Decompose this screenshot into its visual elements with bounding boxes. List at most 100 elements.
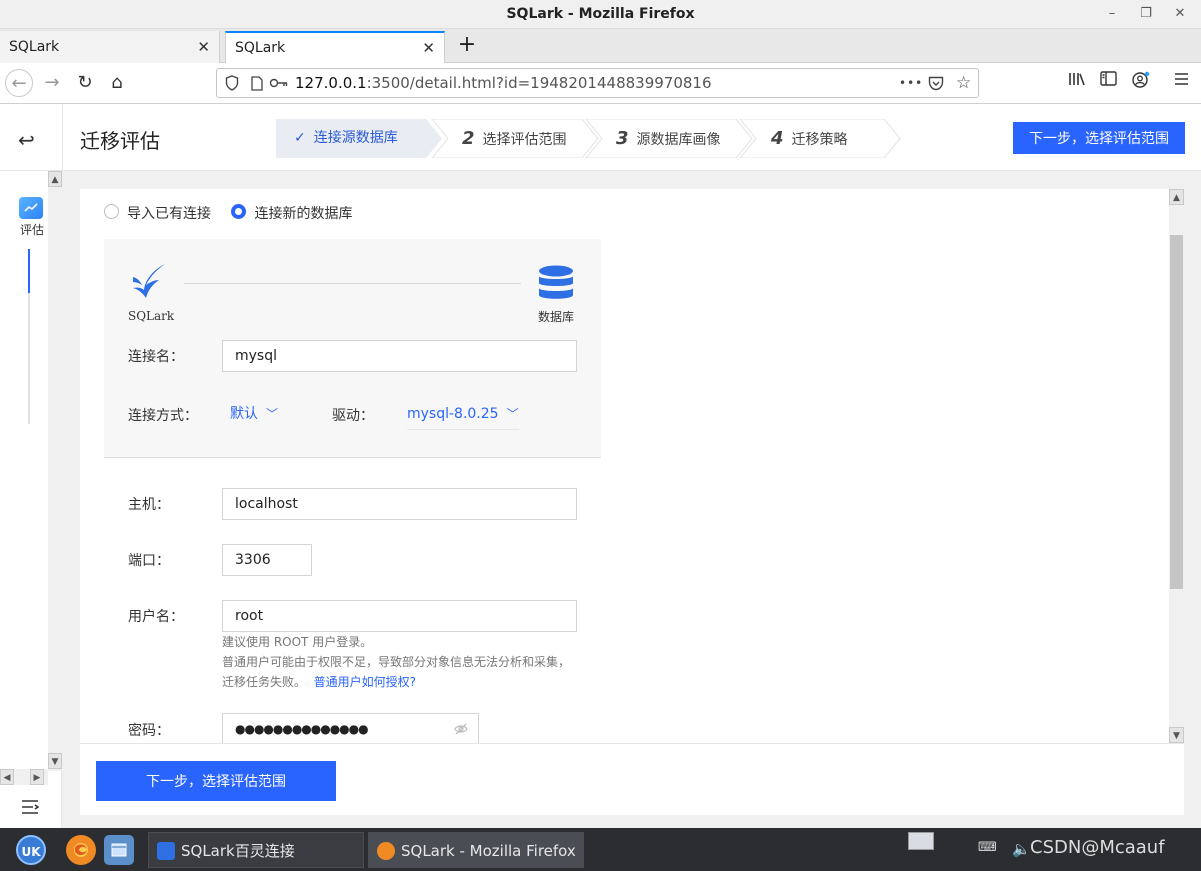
browser-tabstrip: SQLark ✕ SQLark ✕ +	[0, 29, 1201, 63]
more-icon[interactable]: •••	[899, 69, 923, 97]
step-label: 选择评估范围	[482, 132, 567, 148]
keyboard-icon[interactable]: ⌨	[978, 840, 997, 855]
grant-help-link[interactable]: 普通用户如何授权?	[314, 675, 416, 689]
step-label: 源数据库画像	[636, 132, 721, 148]
password-label: 密码：	[128, 723, 170, 739]
account-icon[interactable]	[1132, 71, 1150, 93]
username-label: 用户名：	[128, 609, 184, 625]
password-input[interactable]: ●●●●●●●●●●●●●●	[222, 713, 479, 743]
scroll-right-icon[interactable]: ▶	[30, 769, 44, 785]
browser-tab-1[interactable]: SQLark ✕	[0, 31, 220, 63]
database-icon	[539, 265, 573, 299]
taskbar-item-firefox[interactable]: SQLark - Mozilla Firefox	[368, 832, 584, 868]
address-bar[interactable]: 127.0.0.1:3500/detail.html?id=1948201448…	[216, 68, 979, 98]
page-title: 迁移评估	[80, 129, 160, 153]
radio-connect-new-label[interactable]: 连接新的数据库	[254, 206, 352, 222]
scroll-left-icon[interactable]: ◀	[0, 769, 14, 785]
conn-method-select[interactable]: 默认 ﹀	[230, 398, 278, 430]
reload-button[interactable]: ↻	[71, 69, 99, 97]
radio-import-existing-label[interactable]: 导入已有连接	[127, 206, 211, 222]
hint-root-user: 建议使用 ROOT 用户登录。	[222, 635, 373, 649]
maximize-icon[interactable]: ❐	[1131, 3, 1161, 25]
port-label: 端口：	[128, 553, 170, 569]
sqlark-bird-icon	[133, 264, 165, 298]
side-nav: 评估 ▲ ▼ ◀ ▶	[0, 171, 62, 828]
header-next-button[interactable]: 下一步，选择评估范围	[1013, 122, 1185, 154]
start-menu-icon[interactable]: UK	[16, 835, 46, 865]
home-button[interactable]: ⌂	[103, 69, 131, 97]
database-logo-text: 数据库	[537, 310, 574, 324]
taskbar-item-sqlark[interactable]: SQLark百灵连接	[148, 832, 364, 868]
step-connect-source[interactable]: ✓ 连接源数据库	[294, 119, 398, 158]
minimize-icon[interactable]: –	[1097, 3, 1127, 25]
url-host: 127.0.0.1	[295, 74, 367, 92]
url-path: :3500/detail.html?id=1948201448839970816	[366, 74, 712, 92]
firefox-app-icon	[377, 842, 395, 860]
file-manager-icon[interactable]	[104, 835, 134, 865]
host-label: 主机：	[128, 497, 170, 513]
footer-next-button[interactable]: 下一步，选择评估范围	[96, 761, 336, 801]
password-dots: ●●●●●●●●●●●●●●	[235, 722, 369, 736]
radio-connect-new[interactable]	[231, 203, 247, 219]
library-icon[interactable]	[1068, 71, 1086, 91]
conn-name-input[interactable]: mysql	[222, 340, 577, 372]
browser-navbar: ← → ↻ ⌂ 127.0.0.1:3500/detail.html?id=19…	[0, 63, 1201, 104]
chevron-down-icon: ﹀	[266, 407, 279, 421]
key-icon[interactable]	[269, 69, 289, 97]
side-hscrollbar[interactable]: ◀ ▶	[0, 769, 48, 785]
scroll-down-icon[interactable]: ▼	[48, 753, 62, 769]
connection-source-radio-group: 导入已有连接 连接新的数据库	[104, 203, 368, 223]
sqlark-logo: SQLark	[128, 263, 175, 323]
eye-off-icon[interactable]	[454, 714, 468, 743]
hint-permission: 普通用户可能由于权限不足，导致部分对象信息无法分析和采集，	[222, 655, 571, 669]
sidebar-icon[interactable]	[1100, 71, 1117, 90]
database-logo: 数据库	[536, 265, 576, 325]
connection-detail-section: 主机： localhost 端口： 3306 用户名： root 建议使用 RO…	[104, 458, 601, 743]
back-icon[interactable]: ↩	[18, 128, 35, 152]
pocket-icon[interactable]	[928, 69, 944, 97]
step-db-profile[interactable]: 3 源数据库画像	[616, 119, 721, 158]
evaluation-icon[interactable]	[19, 197, 43, 219]
scrollbar-thumb[interactable]	[1170, 235, 1183, 589]
host-input[interactable]: localhost	[222, 488, 577, 520]
taskbar-item-label: SQLark - Mozilla Firefox	[401, 842, 576, 860]
connection-form-panel: SQLark 数据库 连接名： mysql 连接方式： 默认 ﹀ 驱动： mysq…	[104, 239, 601, 743]
tab-label: SQLark	[9, 39, 60, 55]
main-scrollbar[interactable]: ▲ ▼	[1169, 189, 1184, 743]
port-input[interactable]: 3306	[222, 544, 312, 576]
step-select-scope[interactable]: 2 选择评估范围	[462, 119, 567, 158]
window-titlebar: SQLark - Mozilla Firefox – ❐ ✕	[0, 0, 1201, 29]
forward-button[interactable]: →	[38, 69, 66, 97]
form-footer: 下一步，选择评估范围	[80, 743, 1184, 815]
collapse-menu-icon[interactable]	[21, 799, 40, 820]
desktop-preview-icon[interactable]	[908, 832, 934, 850]
bookmark-star-icon[interactable]: ☆	[956, 69, 971, 97]
nav-track-active	[28, 249, 30, 293]
close-window-icon[interactable]: ✕	[1165, 3, 1195, 25]
connection-basic-section: SQLark 数据库 连接名： mysql 连接方式： 默认 ﹀ 驱动： mysq…	[104, 239, 601, 458]
step-migration-strategy[interactable]: 4 迁移策略	[771, 119, 848, 158]
close-tab-icon[interactable]: ✕	[422, 33, 435, 63]
volume-icon[interactable]: 🔈	[1012, 840, 1031, 858]
scroll-up-icon[interactable]: ▲	[1169, 189, 1184, 205]
scroll-up-icon[interactable]: ▲	[48, 171, 62, 187]
radio-import-existing[interactable]	[104, 203, 119, 219]
username-input[interactable]: root	[222, 600, 577, 632]
sidebar-item-evaluation[interactable]: 评估	[20, 221, 44, 238]
side-scrollbar[interactable]: ▲ ▼	[48, 171, 62, 771]
app-menu-icon[interactable]	[1174, 71, 1189, 90]
scroll-down-icon[interactable]: ▼	[1169, 727, 1184, 743]
sqlark-logo-text: SQLark	[128, 309, 175, 323]
firefox-launcher-icon[interactable]	[66, 835, 96, 865]
browser-tab-2[interactable]: SQLark ✕	[225, 31, 445, 63]
step-number: 4	[771, 128, 784, 149]
driver-select[interactable]: mysql-8.0.25 ﹀	[407, 398, 519, 430]
chevron-down-icon: ﹀	[506, 407, 519, 421]
driver-value: mysql-8.0.25	[407, 406, 499, 422]
back-button[interactable]: ←	[5, 69, 33, 97]
new-tab-button[interactable]: +	[454, 32, 480, 60]
close-tab-icon[interactable]: ✕	[197, 31, 210, 63]
app-header: ↩ 迁移评估 ✓ 连接源数据库 2 选择评估范围 3 源数据库画像 4 迁移策略 下一步…	[0, 104, 1201, 171]
shield-icon[interactable]	[225, 69, 239, 97]
driver-label: 驱动：	[332, 408, 374, 424]
